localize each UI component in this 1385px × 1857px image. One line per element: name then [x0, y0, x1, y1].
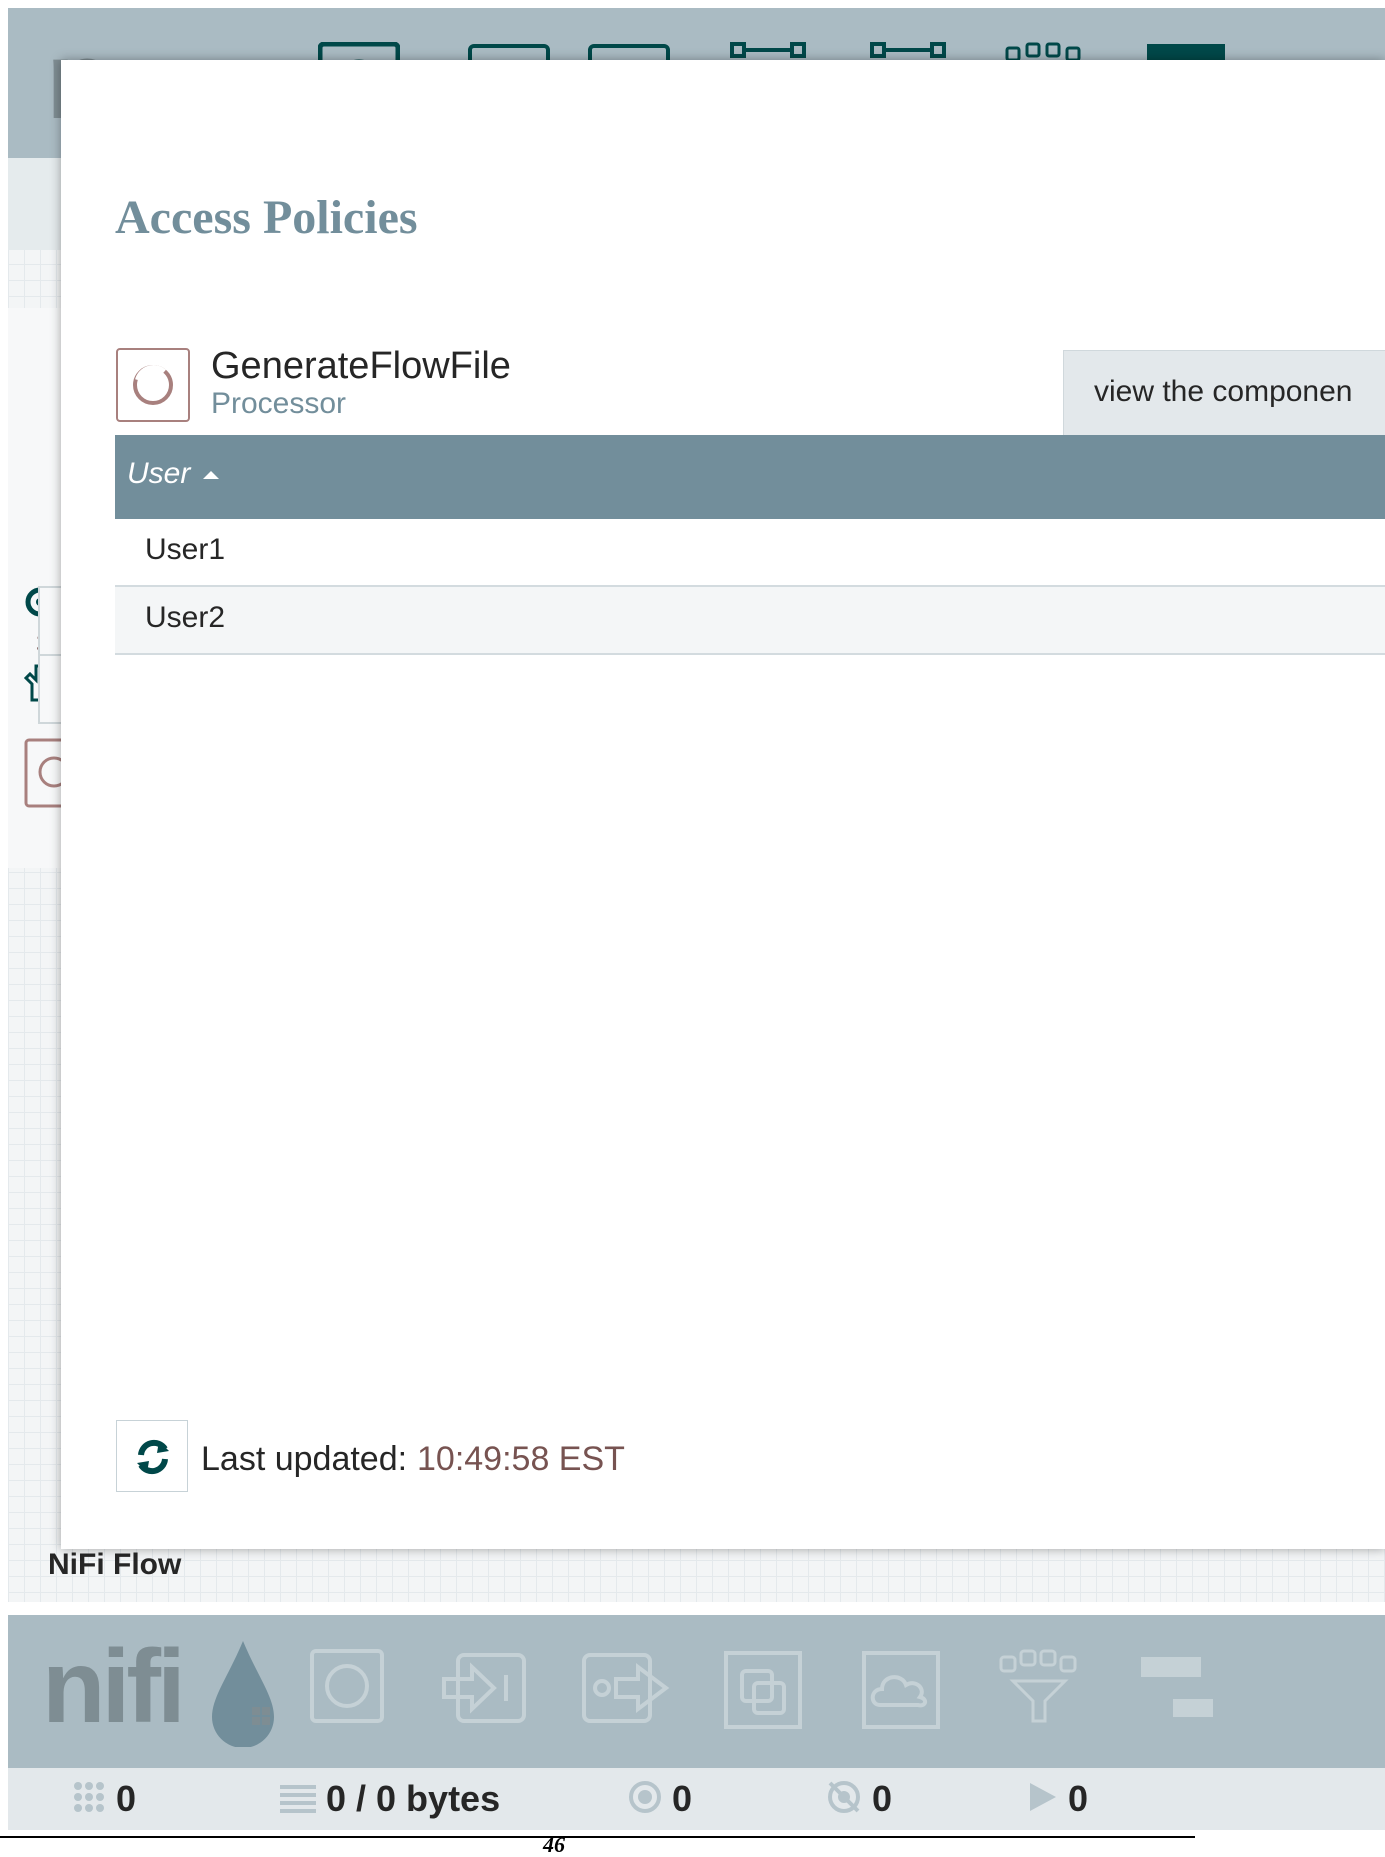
refresh-button[interactable] [116, 1420, 188, 1492]
policy-select-value: view the componen [1094, 375, 1353, 408]
user-cell: User2 [145, 601, 226, 634]
table-header: User [115, 435, 1385, 519]
component-icon [24, 738, 70, 813]
transmitting-count: 0 [672, 1778, 693, 1819]
table-row[interactable]: User1 [115, 519, 1385, 587]
not-transmitting-status: 0 [826, 1778, 892, 1824]
remote-group-tool-icon[interactable] [856, 1645, 952, 1737]
running-count: 0 [1068, 1778, 1089, 1819]
running-icon [1028, 1780, 1058, 1822]
process-group-tool-icon[interactable] [718, 1645, 814, 1737]
active-threads-status: 0 [72, 1778, 136, 1823]
page-footer-rule [0, 1836, 1195, 1838]
output-port-tool-icon[interactable] [578, 1645, 674, 1737]
queued-status: 0 / 0 bytes [280, 1778, 500, 1822]
access-policies-dialog: Access Policies GenerateFlowFile Process… [61, 60, 1385, 1549]
page-number: 46 [543, 1832, 565, 1857]
nifi-logo-text: nifi [42, 1629, 186, 1745]
user-column-header[interactable]: User [127, 457, 190, 491]
active-threads-count: 0 [116, 1778, 137, 1819]
nifi-drop-icon [208, 1637, 288, 1748]
queue-list-icon [280, 1780, 316, 1822]
last-updated-time: 10:49:58 EST [417, 1440, 625, 1478]
not-transmitting-count: 0 [872, 1778, 893, 1819]
transmitting-status: 0 [628, 1778, 692, 1823]
status-bar: 0 0 / 0 bytes 0 0 0 [8, 1768, 1385, 1830]
funnel-tool-icon[interactable] [993, 1645, 1089, 1737]
threads-icon [72, 1780, 106, 1823]
breadcrumb[interactable]: NiFi Flow [48, 1548, 181, 1582]
transmitting-icon [628, 1780, 662, 1823]
policy-users-table: User User1 User2 [115, 435, 1385, 655]
processor-icon [116, 348, 190, 422]
nifi-toolbar-screenshot: nifi 0 0 / 0 bytes 0 0 0 [8, 1615, 1385, 1830]
component-toolbar: nifi [8, 1615, 1385, 1768]
sort-asc-icon[interactable] [203, 471, 219, 479]
dialog-title: Access Policies [115, 191, 418, 244]
processor-tool-icon[interactable] [306, 1645, 402, 1737]
queued-value: 0 / 0 bytes [326, 1778, 501, 1819]
input-port-tool-icon[interactable] [438, 1645, 534, 1737]
not-transmitting-icon [826, 1779, 862, 1824]
template-tool-icon[interactable] [1133, 1645, 1229, 1737]
policy-action-select[interactable]: view the componen [1063, 350, 1385, 438]
table-row[interactable]: User2 [115, 587, 1385, 655]
running-status: 0 [1028, 1778, 1088, 1822]
refresh-icon [137, 1439, 169, 1475]
component-type: Processor [211, 387, 347, 420]
last-updated-label: Last updated: [201, 1440, 408, 1478]
component-name: GenerateFlowFile [211, 345, 511, 387]
user-cell: User1 [145, 533, 226, 566]
